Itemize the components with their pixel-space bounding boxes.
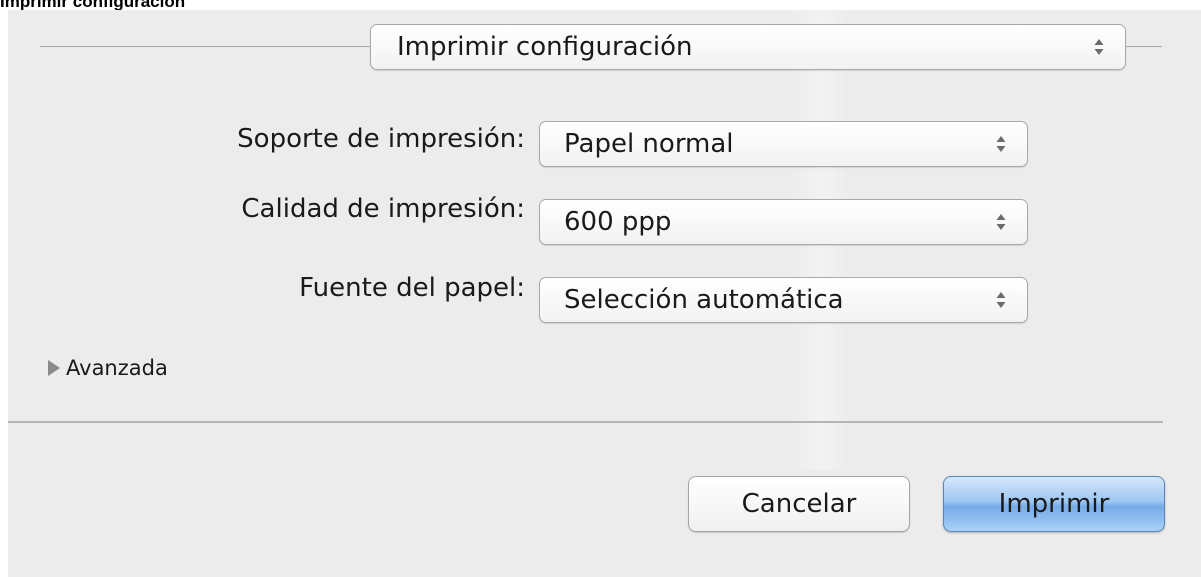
group-divider-left <box>40 46 370 47</box>
cancel-button[interactable]: Cancelar <box>688 476 910 532</box>
media-type-value: Papel normal <box>564 129 734 159</box>
print-quality-select[interactable]: 600 ppp <box>539 199 1028 245</box>
paper-source-value: Selección automática <box>564 285 844 315</box>
print-quality-value: 600 ppp <box>564 207 672 237</box>
panel-select[interactable]: Imprimir configuración <box>370 24 1126 70</box>
up-down-arrows-icon <box>1094 39 1104 55</box>
print-quality-label: Calidad de impresión: <box>241 194 525 224</box>
advanced-label: Avanzada <box>66 356 168 380</box>
footer-divider <box>8 421 1163 423</box>
print-button[interactable]: Imprimir <box>943 476 1165 532</box>
media-type-label: Soporte de impresión: <box>237 124 525 154</box>
paper-source-select[interactable]: Selección automática <box>539 277 1028 323</box>
advanced-disclosure[interactable]: Avanzada <box>48 356 168 380</box>
media-type-select[interactable]: Papel normal <box>539 121 1028 167</box>
up-down-arrows-icon <box>996 136 1006 152</box>
panel-select-value: Imprimir configuración <box>397 32 693 62</box>
up-down-arrows-icon <box>996 292 1006 308</box>
up-down-arrows-icon <box>996 214 1006 230</box>
disclosure-triangle-icon <box>48 360 60 376</box>
group-divider-right <box>1126 46 1162 47</box>
print-dialog: Imprimir configuración Soporte de impres… <box>8 10 1201 577</box>
paper-source-label: Fuente del papel: <box>299 273 525 303</box>
